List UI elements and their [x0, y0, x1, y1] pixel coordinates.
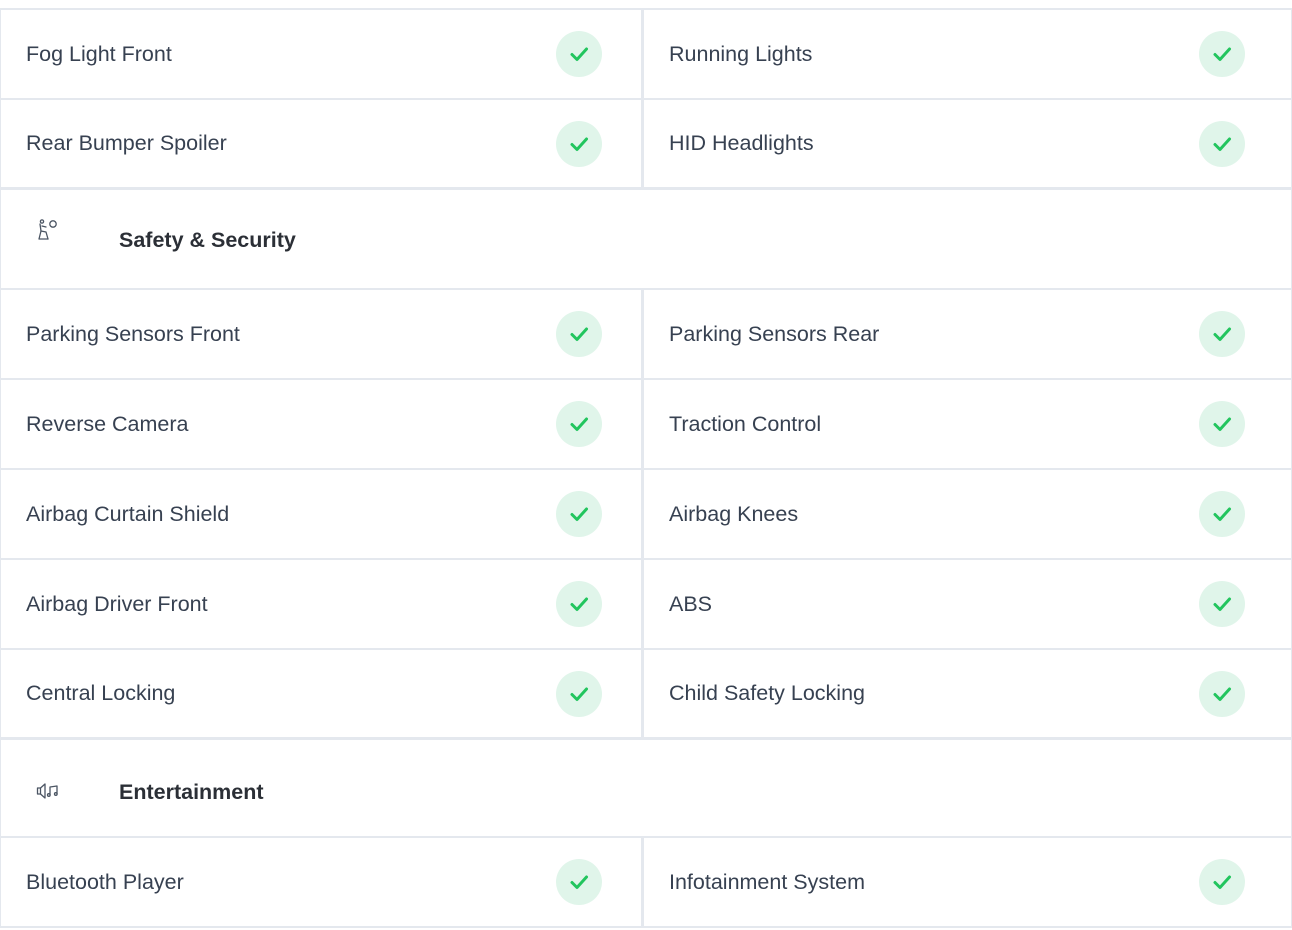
feature-label: Bluetooth Player [26, 869, 184, 894]
feature-cell: Airbag Knees [644, 470, 1292, 558]
check-icon [1199, 491, 1245, 537]
feature-cell: Airbag Driver Front [0, 560, 644, 648]
check-icon [1199, 120, 1245, 167]
feature-label: ABS [669, 591, 713, 616]
feature-label: Child Safety Locking [669, 681, 865, 705]
table-row: Fog Light Front Running Lights [0, 10, 1292, 100]
features-table: Fog Light Front Running Lights Rear Bump… [0, 8, 1292, 928]
section-header-safety: Safety & Security [0, 190, 1292, 290]
feature-cell: Parking Sensors Rear [644, 290, 1292, 378]
check-icon [1199, 31, 1245, 77]
section-title: Entertainment [119, 780, 264, 804]
feature-cell: ABS [644, 560, 1292, 648]
check-icon [1199, 670, 1245, 717]
feature-label: Traction Control [669, 411, 822, 436]
feature-label: Infotainment System [669, 869, 865, 894]
feature-cell: Airbag Curtain Shield [0, 470, 644, 558]
feature-cell: Parking Sensors Front [0, 290, 644, 378]
check-icon [556, 491, 602, 537]
feature-cell: Fog Light Front [0, 10, 644, 98]
feature-label: Rear Bumper Spoiler [26, 131, 227, 155]
feature-label: Running Lights [669, 41, 813, 66]
table-row: Airbag Driver Front ABS [0, 560, 1292, 650]
feature-cell: Reverse Camera [0, 380, 644, 468]
feature-label: Airbag Curtain Shield [26, 501, 230, 526]
check-icon [556, 31, 602, 77]
check-icon [1199, 581, 1245, 627]
feature-label: Reverse Camera [26, 411, 189, 436]
check-icon [1199, 311, 1245, 357]
table-row: Bluetooth Player Infotainment System [0, 838, 1292, 928]
table-row: Airbag Curtain Shield Airbag Knees [0, 470, 1292, 560]
speaker-music-icon [36, 782, 62, 808]
section-header-entertainment: Entertainment [0, 740, 1292, 838]
section-title: Safety & Security [119, 228, 296, 252]
table-row: Central Locking Child Safety Locking [0, 650, 1292, 740]
airbag-seat-icon [36, 218, 62, 244]
feature-cell: Running Lights [644, 10, 1292, 98]
feature-label: Parking Sensors Front [26, 321, 240, 346]
check-icon [556, 401, 602, 447]
table-row: Rear Bumper Spoiler HID Headlights [0, 100, 1292, 190]
feature-cell: Traction Control [644, 380, 1292, 468]
table-row: Reverse Camera Traction Control [0, 380, 1292, 470]
feature-cell: Rear Bumper Spoiler [0, 100, 644, 187]
feature-cell: Bluetooth Player [0, 838, 644, 926]
check-icon [556, 120, 602, 167]
feature-label: Parking Sensors Rear [669, 321, 880, 346]
table-row: Parking Sensors Front Parking Sensors Re… [0, 290, 1292, 380]
check-icon [556, 859, 602, 905]
check-icon [1199, 401, 1245, 447]
check-icon [556, 670, 602, 717]
check-icon [556, 311, 602, 357]
feature-cell: Infotainment System [644, 838, 1292, 926]
feature-label: Central Locking [26, 681, 176, 705]
feature-cell: Central Locking [0, 650, 644, 737]
feature-label: Airbag Knees [669, 501, 799, 526]
feature-label: HID Headlights [669, 131, 814, 155]
feature-cell: HID Headlights [644, 100, 1292, 187]
check-icon [556, 581, 602, 627]
feature-label: Fog Light Front [26, 41, 172, 66]
feature-label: Airbag Driver Front [26, 591, 208, 616]
feature-cell: Child Safety Locking [644, 650, 1292, 737]
check-icon [1199, 859, 1245, 905]
